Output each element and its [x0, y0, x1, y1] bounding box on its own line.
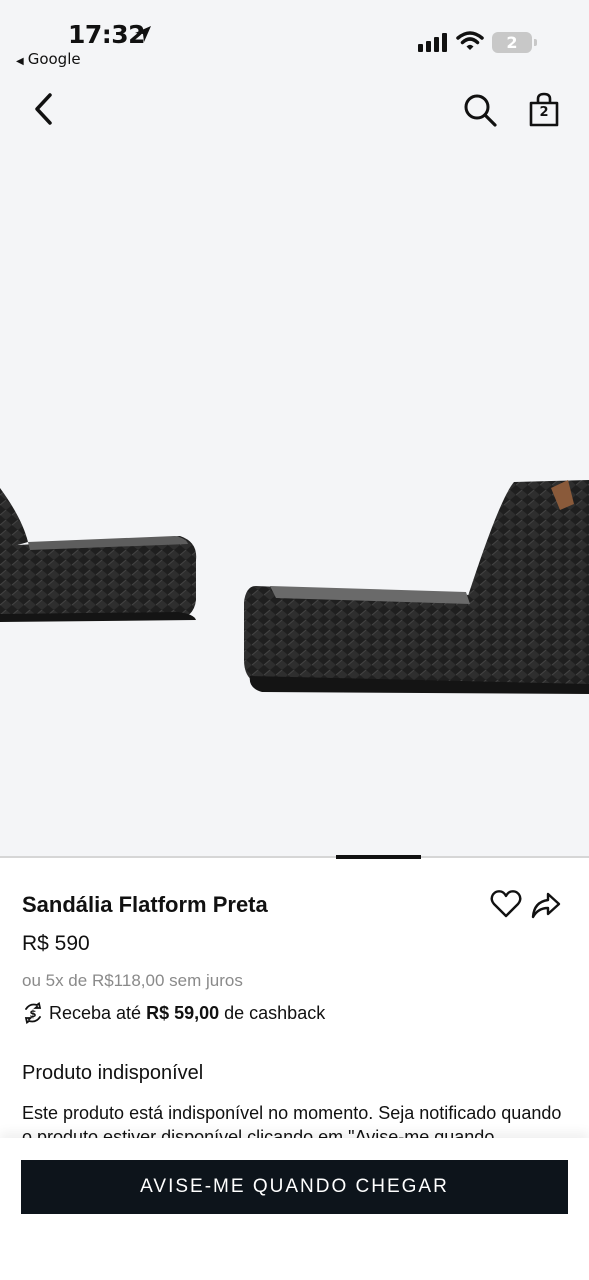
svg-text:$: $	[30, 1009, 37, 1020]
back-chevron-icon[interactable]	[30, 92, 60, 126]
back-triangle-icon: ◀	[16, 56, 24, 67]
product-price: R$ 590	[22, 932, 90, 955]
cashback-info: $ Receba até R$ 59,00 de cashback	[22, 1002, 325, 1024]
back-app-label: Google	[27, 50, 81, 68]
cashback-amount: R$ 59,00	[146, 1002, 220, 1023]
product-image-carousel[interactable]: 2	[0, 80, 589, 856]
carousel-active-indicator	[336, 855, 421, 859]
cart-button[interactable]: 2	[528, 92, 560, 128]
share-icon[interactable]	[530, 890, 562, 920]
heart-icon[interactable]	[490, 888, 522, 920]
cashback-prefix: Receba até	[49, 1002, 142, 1023]
unavailable-title: Produto indisponível	[22, 1062, 204, 1084]
location-arrow-icon	[135, 26, 151, 42]
status-bar: 17:32 ◀ Google 2	[0, 0, 589, 80]
wifi-icon	[456, 31, 484, 50]
installments-text: ou 5x de R$118,00 sem juros	[22, 971, 243, 990]
bottom-action-bar: AVISE-ME QUANDO CHEGAR	[0, 1138, 589, 1280]
unavailable-description: Este produto está indisponível no moment…	[22, 1103, 562, 1141]
cashback-suffix: de cashback	[224, 1002, 326, 1023]
product-image	[0, 480, 589, 694]
search-icon[interactable]	[462, 92, 498, 128]
cashback-icon: $	[24, 1002, 42, 1024]
product-title: Sandália Flatform Preta	[22, 892, 268, 917]
cart-count-badge: 2	[539, 105, 549, 120]
notify-me-button[interactable]: AVISE-ME QUANDO CHEGAR	[21, 1160, 568, 1214]
signal-icon	[418, 32, 447, 52]
back-to-google-link[interactable]: ◀ Google	[16, 50, 81, 68]
battery-icon: 2	[492, 32, 537, 53]
carousel-indicator	[0, 855, 589, 859]
